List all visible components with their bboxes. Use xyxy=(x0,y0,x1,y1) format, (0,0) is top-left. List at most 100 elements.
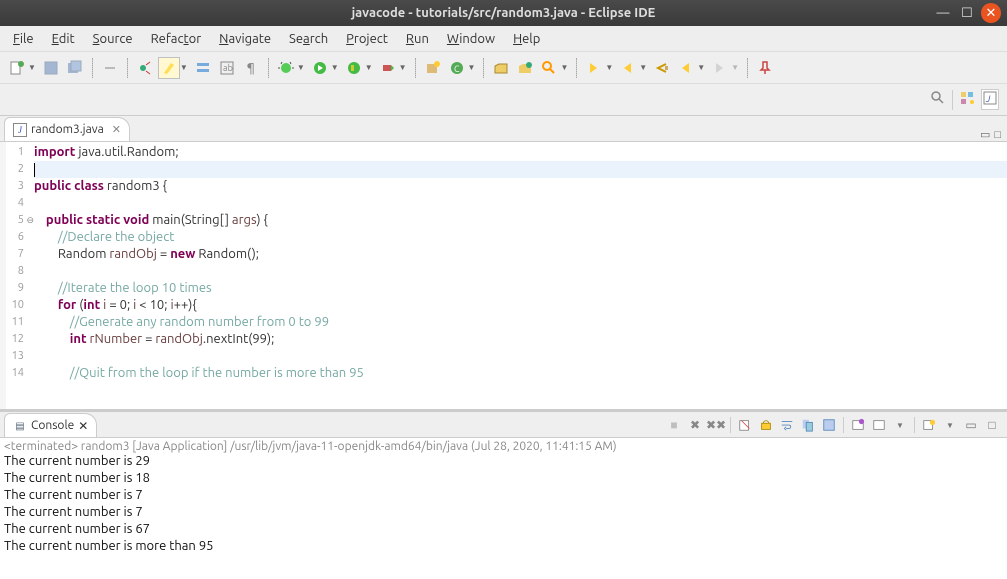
open-type-icon[interactable] xyxy=(490,57,512,79)
minimize-button[interactable]: — xyxy=(933,3,953,23)
java-perspective-icon[interactable]: J xyxy=(981,89,999,110)
code-line[interactable] xyxy=(34,195,1007,212)
menu-search[interactable]: Search xyxy=(280,29,337,49)
new-icon[interactable] xyxy=(6,57,28,79)
console-maximize-icon[interactable]: □ xyxy=(983,416,1001,434)
scroll-lock-icon[interactable] xyxy=(757,416,775,434)
code-line[interactable] xyxy=(34,263,1007,280)
tab-close-icon[interactable]: ✕ xyxy=(112,123,121,136)
menu-project[interactable]: Project xyxy=(337,29,397,49)
minimize-view-icon[interactable]: ▭ xyxy=(980,128,990,141)
pin-console-icon[interactable] xyxy=(799,416,817,434)
console-dropdown-icon[interactable]: ▼ xyxy=(891,416,909,434)
console-toolbar: ■ ✖ ✖✖ ▼ ▼ ▭ □ xyxy=(665,413,1007,437)
open-console-icon[interactable] xyxy=(849,416,867,434)
close-button[interactable]: ✕ xyxy=(981,3,1001,23)
next-annotation-icon[interactable] xyxy=(583,57,605,79)
last-edit-icon[interactable] xyxy=(651,57,673,79)
menu-navigate[interactable]: Navigate xyxy=(210,29,280,49)
block-select-icon[interactable] xyxy=(192,57,214,79)
tab-console[interactable]: ▤ Console ✕ xyxy=(4,413,97,437)
word-wrap-icon[interactable] xyxy=(778,416,796,434)
run-icon[interactable] xyxy=(309,57,331,79)
run-last-dropdown-icon[interactable]: ▼ xyxy=(399,63,407,72)
code-line[interactable]: //Quit from the loop if the number is mo… xyxy=(34,365,1007,382)
back-dropdown-icon[interactable]: ▼ xyxy=(697,63,705,72)
prev-annotation-icon[interactable] xyxy=(617,57,639,79)
pin-icon[interactable] xyxy=(754,57,776,79)
code-editor[interactable]: 12345⊖67891011121314 import java.util.Ra… xyxy=(0,142,1007,409)
prev-ann-dropdown-icon[interactable]: ▼ xyxy=(639,63,647,72)
forward-icon[interactable] xyxy=(709,57,731,79)
remove-launch-icon[interactable]: ✖ xyxy=(686,416,704,434)
console-area: ▤ Console ✕ ■ ✖ ✖✖ ▼ ▼ ▭ □ <terminated> … xyxy=(0,409,1007,579)
maximize-view-icon[interactable]: □ xyxy=(994,129,1001,141)
debug-breakpoint-icon[interactable] xyxy=(134,57,156,79)
menu-window[interactable]: Window xyxy=(438,29,504,49)
debug-icon[interactable] xyxy=(275,57,297,79)
tab-random3[interactable]: J random3.java ✕ xyxy=(4,117,130,141)
run-dropdown-icon[interactable]: ▼ xyxy=(331,63,339,72)
show-console-icon[interactable] xyxy=(820,416,838,434)
menubar: FileEditSourceRefactorNavigateSearchProj… xyxy=(0,26,1007,52)
code-line[interactable]: int rNumber = randObj.nextInt(99); xyxy=(34,331,1007,348)
console-tab-close-icon[interactable]: ✕ xyxy=(78,419,88,433)
display-selected-icon[interactable] xyxy=(870,416,888,434)
menu-edit[interactable]: Edit xyxy=(43,29,84,49)
menu-run[interactable]: Run xyxy=(397,29,438,49)
open-perspective-icon[interactable] xyxy=(959,90,975,109)
pilcrow-icon[interactable]: ¶ xyxy=(240,57,262,79)
new-class-dropdown-icon[interactable]: ▼ xyxy=(468,63,476,72)
code-line[interactable]: for (int i = 0; i < 10; i++){ xyxy=(34,297,1007,314)
save-all-icon[interactable] xyxy=(64,57,86,79)
console-line: The current number is 7 xyxy=(4,504,1003,521)
code-line[interactable]: //Declare the object xyxy=(34,229,1007,246)
code-line[interactable]: public static void main(String[] args) { xyxy=(34,212,1007,229)
highlight-dropdown-icon[interactable]: ▼ xyxy=(180,63,188,72)
maximize-button[interactable]: ☐ xyxy=(957,3,977,23)
coverage-dropdown-icon[interactable]: ▼ xyxy=(365,63,373,72)
code-line[interactable]: //Generate any random number from 0 to 9… xyxy=(34,314,1007,331)
open-task-icon[interactable] xyxy=(514,57,536,79)
console-output[interactable]: <terminated> random3 [Java Application] … xyxy=(0,438,1007,579)
link-icon[interactable] xyxy=(99,57,121,79)
new-console-dropdown-icon[interactable]: ▼ xyxy=(941,416,959,434)
new-class-icon[interactable]: C xyxy=(446,57,468,79)
console-minimize-icon[interactable]: ▭ xyxy=(962,416,980,434)
menu-refactor[interactable]: Refactor xyxy=(142,29,211,49)
menu-file[interactable]: File xyxy=(4,29,43,49)
show-whitespace-icon[interactable]: ab xyxy=(216,57,238,79)
coverage-icon[interactable] xyxy=(343,57,365,79)
perspective-bar: J xyxy=(0,84,1007,116)
next-ann-dropdown-icon[interactable]: ▼ xyxy=(605,63,613,72)
save-icon[interactable] xyxy=(40,57,62,79)
new-dropdown-icon[interactable]: ▼ xyxy=(28,63,36,72)
code-line[interactable]: Random randObj = new Random(); xyxy=(34,246,1007,263)
console-header: <terminated> random3 [Java Application] … xyxy=(4,440,1003,453)
quick-access-search-icon[interactable] xyxy=(930,90,946,109)
highlight-icon[interactable] xyxy=(158,57,180,79)
new-console-view-icon[interactable] xyxy=(920,416,938,434)
code-content[interactable]: import java.util.Random; public class ran… xyxy=(30,142,1007,409)
clear-console-icon[interactable] xyxy=(736,416,754,434)
code-line[interactable] xyxy=(34,161,1007,178)
run-last-icon[interactable] xyxy=(377,57,399,79)
menu-source[interactable]: Source xyxy=(84,29,142,49)
code-line[interactable]: //Iterate the loop 10 times xyxy=(34,280,1007,297)
code-line[interactable]: public class random3 { xyxy=(34,178,1007,195)
menu-help[interactable]: Help xyxy=(504,29,549,49)
console-lines: The current number is 29 The current numb… xyxy=(4,453,1003,555)
search-dropdown-icon[interactable]: ▼ xyxy=(560,63,568,72)
console-line: The current number is 29 xyxy=(4,453,1003,470)
svg-text:ab: ab xyxy=(223,63,233,73)
back-icon[interactable] xyxy=(675,57,697,79)
debug-dropdown-icon[interactable]: ▼ xyxy=(297,63,305,72)
new-package-icon[interactable] xyxy=(422,57,444,79)
remove-all-icon[interactable]: ✖✖ xyxy=(707,416,725,434)
console-tabs: ▤ Console ✕ ■ ✖ ✖✖ ▼ ▼ ▭ □ xyxy=(0,412,1007,438)
search-icon[interactable] xyxy=(538,57,560,79)
code-line[interactable]: import java.util.Random; xyxy=(34,144,1007,161)
terminate-icon[interactable]: ■ xyxy=(665,416,683,434)
code-line[interactable] xyxy=(34,348,1007,365)
forward-dropdown-icon[interactable]: ▼ xyxy=(731,63,739,72)
